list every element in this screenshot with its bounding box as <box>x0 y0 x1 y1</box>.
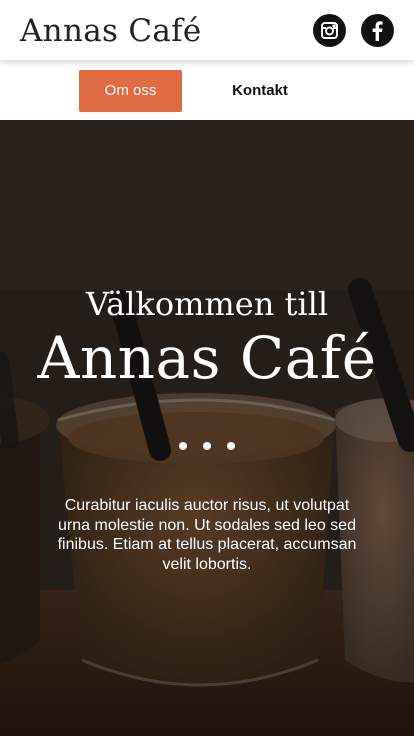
hero-title: Annas Café <box>37 324 377 392</box>
carousel-dot[interactable] <box>179 442 187 450</box>
instagram-button[interactable] <box>313 14 346 47</box>
instagram-icon <box>321 22 338 39</box>
facebook-button[interactable] <box>361 14 394 47</box>
nav-item-om-oss[interactable]: Om oss <box>79 70 182 112</box>
hero-section: Välkommen till Annas Café Curabitur iacu… <box>0 120 414 736</box>
carousel-dot[interactable] <box>203 442 211 450</box>
nav-item-kontakt[interactable]: Kontakt <box>212 70 308 112</box>
hero-subtitle: Välkommen till <box>85 285 329 323</box>
hero-overlay <box>0 120 414 736</box>
carousel-dot[interactable] <box>227 442 235 450</box>
site-header: Annas Café <box>0 0 414 60</box>
facebook-icon <box>372 20 383 41</box>
site-logo-text[interactable]: Annas Café <box>20 12 202 50</box>
hero-description: Curabitur iaculis auctor risus, ut volut… <box>57 497 357 573</box>
main-nav: Om oss Kontakt <box>0 60 414 120</box>
carousel-dots <box>0 442 414 454</box>
